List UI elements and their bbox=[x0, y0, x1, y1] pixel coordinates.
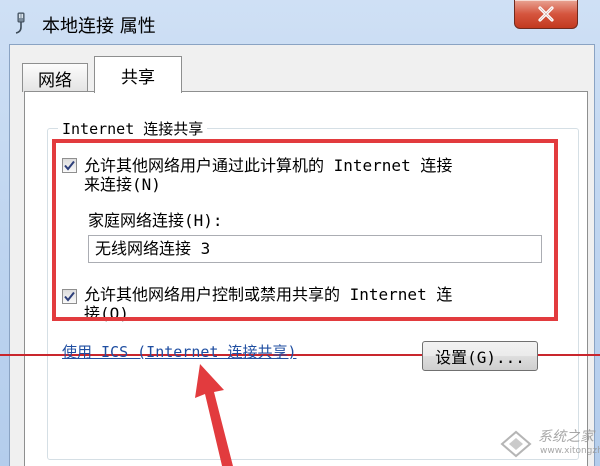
window-title: 本地连接 属性 bbox=[42, 16, 156, 37]
annotation-arrow-icon bbox=[195, 364, 233, 466]
network-adapter-icon bbox=[12, 12, 30, 34]
close-icon bbox=[538, 6, 554, 22]
watermark-url: www.xitongzhijia.net bbox=[540, 446, 600, 456]
title-bar[interactable]: 本地连接 属性 bbox=[0, 0, 600, 44]
group-title: Internet 连接共享 bbox=[58, 118, 208, 139]
watermark-text: 系统之家 bbox=[538, 429, 594, 445]
highlight-box bbox=[52, 139, 558, 321]
tab-network[interactable]: 网络 bbox=[22, 63, 88, 92]
properties-window: 本地连接 属性 网络 共享 Internet 连接共享 允许其他网络用户通过此计… bbox=[0, 0, 600, 466]
settings-button[interactable]: 设置(G)... bbox=[422, 341, 538, 371]
tab-network-label: 网络 bbox=[38, 70, 72, 91]
settings-button-label: 设置(G)... bbox=[435, 348, 525, 367]
close-button[interactable] bbox=[514, 0, 578, 29]
tab-sharing[interactable]: 共享 bbox=[94, 56, 182, 93]
ics-help-link[interactable]: 使用 ICS (Internet 连接共享) bbox=[62, 341, 297, 362]
tab-sharing-label: 共享 bbox=[121, 67, 155, 88]
